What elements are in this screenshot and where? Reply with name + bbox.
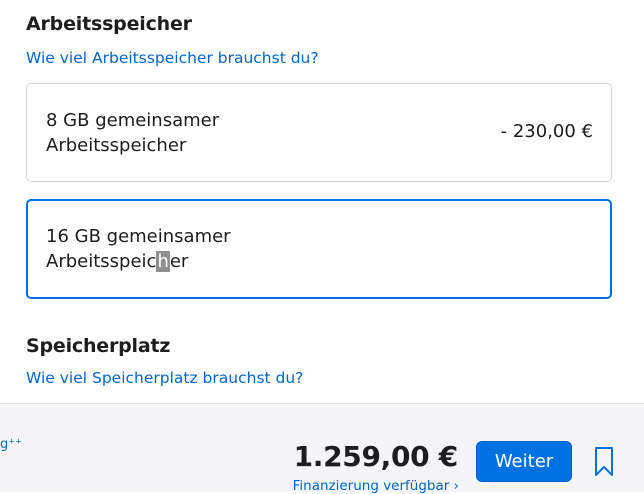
option-price: - 230,00 € (500, 121, 593, 142)
memory-section-title: Arbeitsspeicher (26, 13, 192, 35)
bookmark-icon[interactable] (593, 446, 615, 478)
text-cursor-highlight: h (156, 251, 170, 272)
option-label: 16 GB gemeinsamer Arbeitsspeicher (46, 224, 306, 274)
option-label-line2: Arbeitsspeicher (46, 135, 187, 156)
option-label-line1: 8 GB gemeinsamer (46, 110, 220, 131)
memory-option-8gb[interactable]: 8 GB gemeinsamer Arbeitsspeicher - 230,0… (26, 83, 612, 182)
option-label-line2-start: Arbeitsspeic (46, 251, 157, 272)
summary-footer: g⁺⁺ 1.259,00 € Finanzierung verfügbar › … (0, 403, 644, 494)
footer-truncated-link[interactable]: g⁺⁺ (0, 437, 22, 452)
memory-option-16gb[interactable]: 16 GB gemeinsamer Arbeitsspeicher (26, 199, 612, 299)
storage-help-link[interactable]: Wie viel Speicherplatz brauchst du? (26, 369, 303, 387)
storage-section-title: Speicherplatz (26, 335, 171, 357)
option-label-line2-end: er (169, 251, 189, 272)
option-label: 8 GB gemeinsamer Arbeitsspeicher (46, 108, 306, 158)
continue-button[interactable]: Weiter (476, 441, 572, 482)
option-label-line1: 16 GB gemeinsamer (46, 226, 231, 247)
total-price: 1.259,00 € (293, 440, 459, 473)
memory-help-link[interactable]: Wie viel Arbeitsspeicher brauchst du? (26, 49, 319, 67)
